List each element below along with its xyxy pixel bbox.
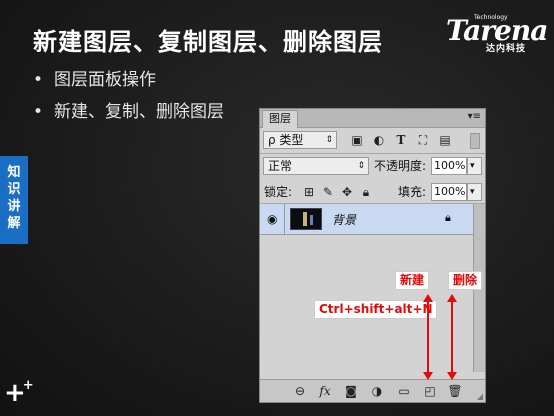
- logo-subtitle: 达内科技: [486, 44, 527, 54]
- shape-filter-icon[interactable]: ⛶: [416, 133, 430, 147]
- plus-logo-icon: ++: [4, 378, 34, 408]
- adjustment-layer-icon[interactable]: ◑: [369, 384, 385, 398]
- divider: [284, 204, 285, 234]
- fill-input[interactable]: 100%: [431, 183, 467, 201]
- select-arrow-icon: ⇕: [357, 161, 365, 171]
- thumbnail-figure: [303, 212, 307, 226]
- bullet-item: • 新建、复制、删除图层: [33, 100, 224, 132]
- opacity-input[interactable]: 100%: [431, 157, 467, 175]
- thumbnail-figure: [310, 215, 313, 225]
- type-filter-icon[interactable]: T: [394, 133, 408, 147]
- logo-technology: Technology: [474, 14, 508, 21]
- side-tab-char: 识: [7, 182, 21, 197]
- smart-filter-icon[interactable]: ▤: [438, 133, 452, 147]
- fill-label: 填充:: [398, 185, 427, 199]
- image-filter-icon[interactable]: ▣: [350, 133, 364, 147]
- layer-thumbnail: [290, 208, 322, 230]
- fill-dropdown-icon[interactable]: ▾: [467, 183, 482, 201]
- panel-menu-icon[interactable]: ▾≡: [468, 111, 481, 122]
- arrow-down-head: [447, 372, 457, 380]
- select-arrow-icon: ⇕: [325, 135, 333, 145]
- opacity-label: 不透明度:: [374, 159, 427, 173]
- mask-icon[interactable]: ◙: [343, 384, 359, 398]
- tarena-logo: Tarena Technology 达内科技: [446, 8, 548, 54]
- bullet-text: 新建、复制、删除图层: [54, 102, 224, 122]
- blend-mode-value: 正常: [268, 159, 293, 173]
- side-tab-char: 讲: [7, 199, 21, 214]
- adjustment-filter-icon[interactable]: ◐: [372, 133, 386, 147]
- bullet-item: • 图层面板操作: [33, 68, 224, 100]
- lock-all-icon[interactable]: 🔒︎: [359, 185, 373, 199]
- bullet-text: 图层面板操作: [54, 70, 156, 90]
- slide-title: 新建图层、复制图层、删除图层: [33, 28, 383, 56]
- lock-row: 锁定: ⊞ ✎ ✥ 🔒︎ 填充: 100% ▾: [260, 182, 485, 202]
- arrow-down-head: [423, 372, 433, 380]
- filter-type-label: ρ 类型: [268, 133, 304, 147]
- lock-transparency-icon[interactable]: ⊞: [302, 185, 316, 199]
- layer-name[interactable]: 背景: [332, 211, 356, 228]
- divider: [260, 153, 485, 154]
- fx-icon[interactable]: fx: [317, 384, 333, 398]
- new-arrow-line: [427, 300, 429, 375]
- resize-grip-icon[interactable]: ◢: [477, 392, 483, 401]
- annotation-new-label: 新建: [395, 271, 430, 290]
- filter-row: ρ 类型 ⇕ ▣ ◐ T ⛶ ▤: [260, 130, 485, 150]
- link-icon[interactable]: ⊖: [292, 384, 308, 398]
- lock-label: 锁定:: [264, 185, 293, 199]
- annotation-delete-label: 删除: [448, 271, 483, 290]
- bullet-dot: •: [33, 70, 44, 90]
- blend-row: 正常 ⇕ 不透明度: 100% ▾: [260, 156, 485, 176]
- blend-mode-select[interactable]: 正常 ⇕: [263, 157, 369, 175]
- side-tab-char: 知: [7, 165, 21, 180]
- layer-lock-icon: 🔒︎: [445, 211, 451, 224]
- opacity-dropdown-icon[interactable]: ▾: [467, 157, 482, 175]
- layer-row-background[interactable]: ◉ 背景 🔒︎: [260, 204, 473, 235]
- delete-arrow-line: [451, 300, 453, 375]
- eye-visibility-icon[interactable]: ◉: [267, 212, 277, 226]
- panel-tab-bar: 图层 ▾≡: [260, 109, 485, 128]
- new-layer-icon[interactable]: ◰: [422, 384, 438, 398]
- bullet-dot: •: [33, 102, 44, 122]
- side-tab-char: 解: [7, 216, 21, 231]
- tab-layers[interactable]: 图层: [262, 110, 298, 128]
- filter-toggle-switch[interactable]: [470, 133, 480, 149]
- filter-type-select[interactable]: ρ 类型 ⇕: [263, 131, 337, 149]
- bullet-list: • 图层面板操作 • 新建、复制、删除图层: [33, 68, 224, 132]
- trash-icon[interactable]: 🗑︎: [447, 384, 463, 398]
- lock-pixels-icon[interactable]: ✎: [321, 185, 335, 199]
- panel-bottom-bar: ⊖ fx ◙ ◑ ▭ ◰ 🗑︎ ◢: [260, 379, 485, 402]
- group-folder-icon[interactable]: ▭: [396, 384, 412, 398]
- lock-position-icon[interactable]: ✥: [340, 185, 354, 199]
- knowledge-side-tab: 知 识 讲 解: [0, 156, 28, 244]
- annotation-shortcut-label: Ctrl+shift+alt+N: [314, 300, 438, 319]
